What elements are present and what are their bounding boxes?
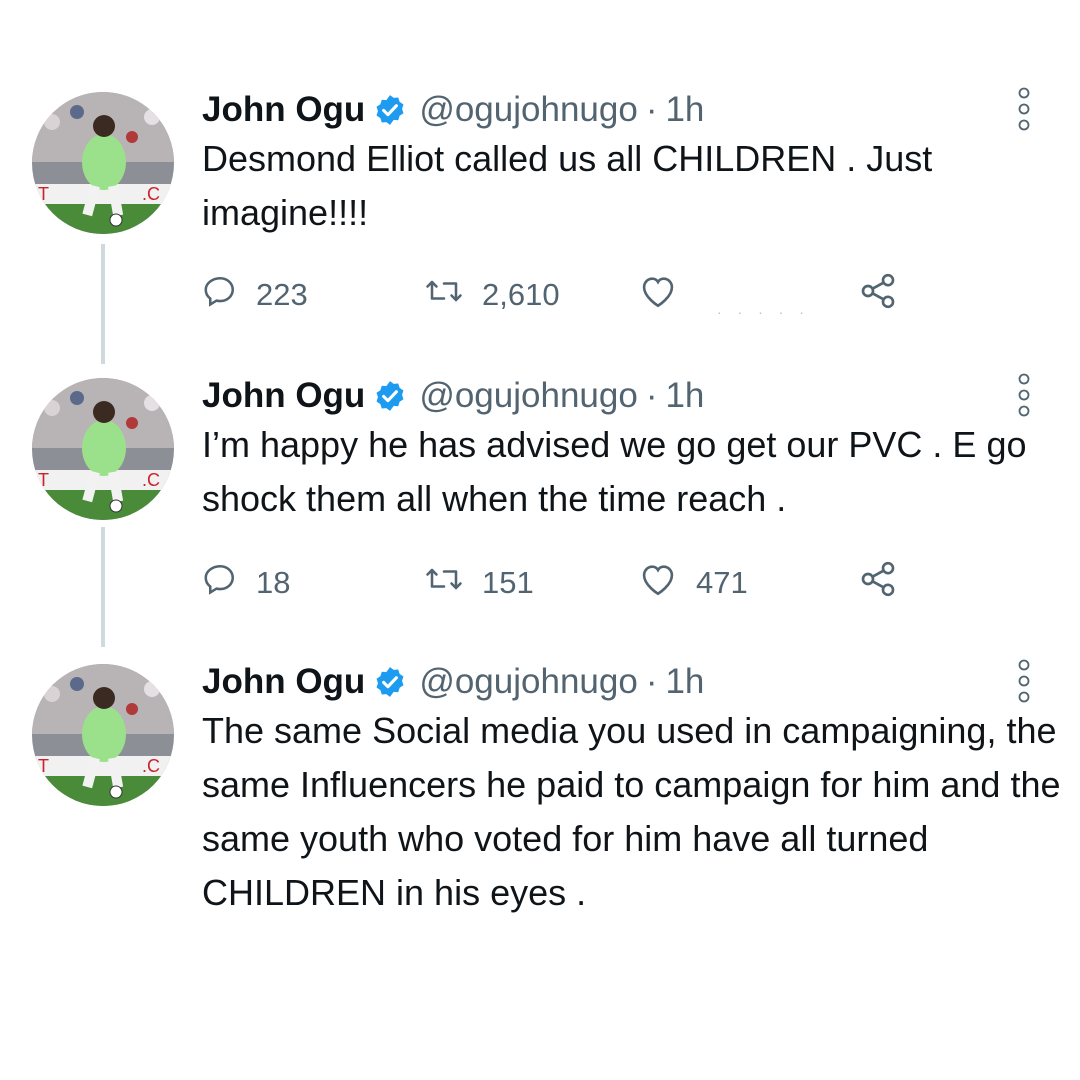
- svg-text:.C: .C: [142, 756, 160, 776]
- share-icon: [858, 271, 898, 319]
- timestamp[interactable]: 1h: [665, 376, 704, 416]
- reply-button[interactable]: 18: [202, 558, 290, 608]
- heart-icon: [638, 273, 678, 317]
- retweet-count: 2,610: [482, 277, 560, 312]
- retweet-count: 151: [482, 565, 534, 600]
- svg-text:.C: .C: [142, 470, 160, 490]
- share-button[interactable]: [858, 270, 898, 320]
- tweet[interactable]: T .C John Ogu @ogujohnugo · 1h Desmond E…: [0, 82, 1080, 322]
- separator: ·: [645, 376, 658, 415]
- share-icon: [858, 559, 898, 607]
- separator: ·: [645, 662, 658, 701]
- author-handle[interactable]: @ogujohnugo: [419, 376, 638, 416]
- timestamp[interactable]: 1h: [665, 90, 704, 130]
- retweet-button[interactable]: 151: [424, 558, 534, 608]
- tweet-text: Desmond Elliot called us all CHILDREN . …: [202, 138, 933, 233]
- share-button[interactable]: [858, 558, 898, 608]
- svg-text:.C: .C: [142, 184, 160, 204]
- more-vertical-icon[interactable]: [1018, 372, 1030, 418]
- action-bar: 223 2,610 · · · · ·: [202, 270, 922, 320]
- retweet-icon: [424, 561, 464, 605]
- author-name[interactable]: John Ogu: [202, 90, 365, 130]
- reply-icon: [202, 561, 238, 605]
- faint-dots: · · · · ·: [717, 304, 810, 320]
- verified-badge-icon: [373, 665, 407, 699]
- tweet-header: John Ogu @ogujohnugo · 1h: [202, 82, 704, 138]
- like-button[interactable]: [638, 270, 696, 320]
- retweet-icon: [424, 273, 464, 317]
- tweet-header: John Ogu @ogujohnugo · 1h: [202, 368, 704, 424]
- author-handle[interactable]: @ogujohnugo: [419, 662, 638, 702]
- reply-button[interactable]: 223: [202, 270, 308, 320]
- heart-icon: [638, 561, 678, 605]
- author-handle[interactable]: @ogujohnugo: [419, 90, 638, 130]
- reply-count: 223: [256, 277, 308, 312]
- action-bar: 18 151 471: [202, 558, 922, 608]
- verified-badge-icon: [373, 379, 407, 413]
- retweet-button[interactable]: 2,610: [424, 270, 560, 320]
- author-name[interactable]: John Ogu: [202, 376, 365, 416]
- like-count: 471: [696, 565, 748, 600]
- author-name[interactable]: John Ogu: [202, 662, 365, 702]
- more-vertical-icon[interactable]: [1018, 86, 1030, 132]
- reply-icon: [202, 273, 238, 317]
- reply-count: 18: [256, 565, 291, 600]
- tweet-text: I’m happy he has advised we go get our P…: [202, 424, 1027, 519]
- tweet-header: John Ogu @ogujohnugo · 1h: [202, 654, 704, 710]
- tweet-text: The same Social media you used in campai…: [202, 710, 1061, 913]
- tweet[interactable]: T .C John Ogu @ogujohnugo · 1h The same …: [0, 654, 1080, 994]
- separator: ·: [645, 90, 658, 129]
- svg-text:T: T: [38, 756, 49, 776]
- tweet[interactable]: T .C John Ogu @ogujohnugo · 1h I’m happy…: [0, 368, 1080, 608]
- avatar[interactable]: T .C: [32, 664, 174, 806]
- verified-badge-icon: [373, 93, 407, 127]
- svg-text:T: T: [38, 184, 49, 204]
- like-button[interactable]: 471: [638, 558, 748, 608]
- timestamp[interactable]: 1h: [665, 662, 704, 702]
- svg-text:T: T: [38, 470, 49, 490]
- avatar[interactable]: T .C: [32, 92, 174, 234]
- avatar[interactable]: T .C: [32, 378, 174, 520]
- more-vertical-icon[interactable]: [1018, 658, 1030, 704]
